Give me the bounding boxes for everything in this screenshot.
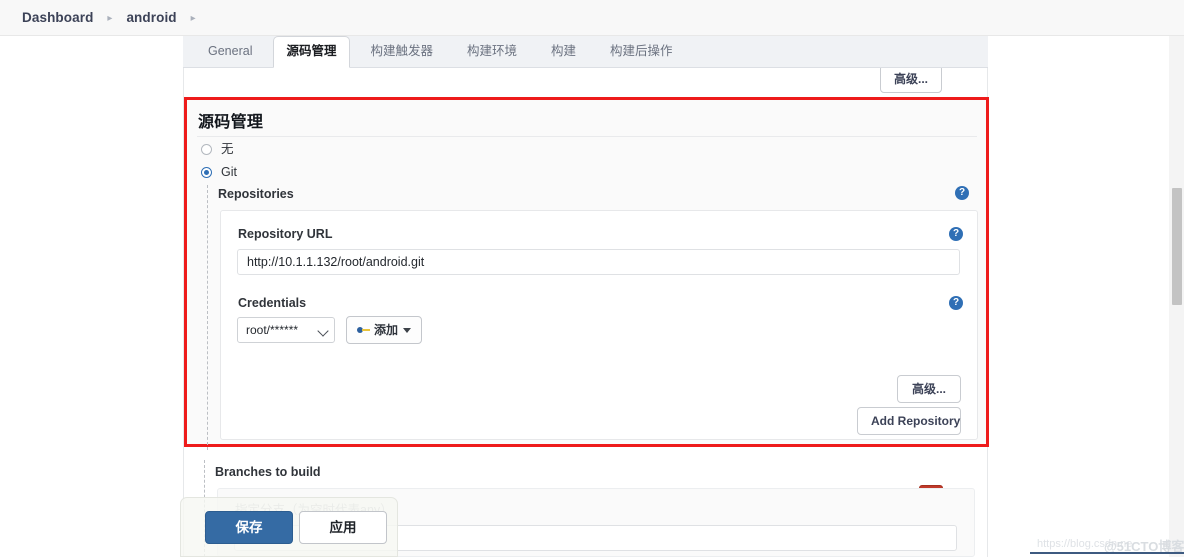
credentials-select[interactable]: root/****** <box>237 317 335 343</box>
save-button[interactable]: 保存 <box>205 511 293 544</box>
apply-button[interactable]: 应用 <box>299 511 387 544</box>
radio-option-none[interactable]: 无 <box>201 143 234 156</box>
add-repository-button[interactable]: Add Repository <box>857 407 961 435</box>
help-icon-repository-url[interactable]: ? <box>949 227 963 241</box>
add-credentials-button[interactable]: 添加 <box>346 316 422 344</box>
credentials-select-value: root/****** <box>246 323 299 337</box>
chevron-down-icon <box>317 325 329 337</box>
page-scrollbar-thumb[interactable] <box>1172 188 1182 305</box>
repositories-label: Repositories <box>218 187 294 201</box>
top-advanced-row: 高级... <box>184 68 987 97</box>
tab-build-triggers[interactable]: 构建触发器 <box>358 36 447 67</box>
general-advanced-button[interactable]: 高级... <box>879 68 942 93</box>
breadcrumb-item-dashboard[interactable]: Dashboard <box>22 10 93 25</box>
repository-url-label: Repository URL <box>238 227 333 241</box>
page-scrollbar-track[interactable] <box>1169 36 1184 557</box>
repository-card: Repository URL ? http://10.1.1.132/root/… <box>220 210 978 440</box>
git-block-guide-line <box>207 185 208 450</box>
floating-save-bar: 保存 应用 <box>180 497 398 557</box>
scm-section-highlight: 源码管理 无 Git Repositories ? Repository URL… <box>184 97 989 450</box>
add-credentials-label: 添加 <box>373 322 398 337</box>
tab-post-build-actions[interactable]: 构建后操作 <box>597 36 686 67</box>
watermark-underline <box>1030 552 1184 554</box>
breadcrumb-separator-icon-2: ▸ <box>190 12 196 24</box>
breadcrumb: Dashboard ▸ android ▸ <box>0 0 1184 36</box>
scm-section-title: 源码管理 <box>198 114 264 131</box>
help-icon-credentials[interactable]: ? <box>949 296 963 310</box>
tab-build[interactable]: 构建 <box>538 36 589 67</box>
key-icon <box>356 326 371 335</box>
help-icon-repositories[interactable]: ? <box>955 186 969 200</box>
caret-down-icon <box>403 327 411 333</box>
radio-none-label: 无 <box>221 142 234 156</box>
config-form-body: 高级... 源码管理 无 Git Repositories ? Reposito… <box>183 68 989 557</box>
repository-url-input[interactable]: http://10.1.1.132/root/android.git <box>237 249 960 275</box>
radio-git-label: Git <box>221 165 237 179</box>
credentials-label: Credentials <box>238 296 307 310</box>
config-tab-strip: General 源码管理 构建触发器 构建环境 构建 构建后操作 <box>183 36 988 68</box>
radio-none-icon[interactable] <box>201 144 212 155</box>
radio-option-git[interactable]: Git <box>201 166 237 179</box>
radio-git-icon[interactable] <box>201 167 212 178</box>
tab-source-code-management[interactable]: 源码管理 <box>273 36 350 68</box>
breadcrumb-item-android[interactable]: android <box>126 10 176 25</box>
tab-general[interactable]: General <box>195 36 265 67</box>
branches-to-build-label: Branches to build <box>215 465 321 479</box>
repository-advanced-button[interactable]: 高级... <box>897 375 961 403</box>
tab-build-environment[interactable]: 构建环境 <box>454 36 530 67</box>
jenkins-job-config-page: Dashboard ▸ android ▸ General 源码管理 构建触发器… <box>0 0 1184 557</box>
breadcrumb-separator-icon: ▸ <box>107 12 113 24</box>
section-divider <box>197 136 977 137</box>
